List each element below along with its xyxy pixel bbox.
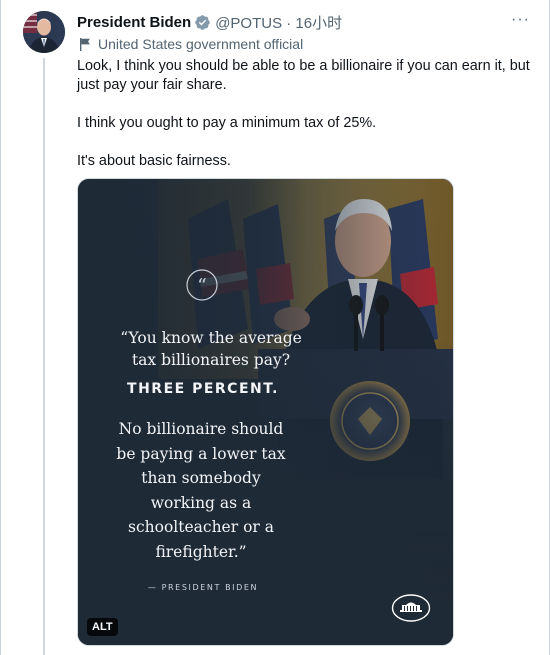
tweet-paragraph-2: I think you ought to pay a minimum tax o… (77, 115, 377, 131)
white-house-logo-icon (391, 594, 431, 622)
affiliation-text: United States government official (98, 36, 304, 52)
svg-text:“: “ (197, 275, 207, 297)
avatar[interactable] (23, 11, 65, 53)
quote-attribution: — PRESIDENT BIDEN (147, 583, 259, 592)
more-options-button[interactable]: ··· (511, 11, 530, 29)
avatar-image (23, 11, 65, 53)
tweet-paragraph-1: Look, I think you should be able to be a… (77, 58, 530, 93)
quote-mark-icon: “ (186, 269, 218, 301)
verified-badge-icon[interactable] (194, 14, 211, 31)
frame-left-border (0, 0, 1, 655)
tweet-paragraph-3: It's about basic fairness. (77, 153, 231, 169)
media-background (78, 179, 453, 645)
handle-and-time[interactable]: @POTUS · 16小时 (215, 12, 342, 33)
flag-icon (80, 37, 90, 51)
thread-connector-line (43, 58, 45, 655)
quote-emphasis: THREE PERCENT. (127, 381, 279, 397)
alt-text-button[interactable]: ALT (87, 618, 118, 636)
tweet-text: Look, I think you should be able to be a… (77, 57, 532, 190)
tweet-header: President Biden @POTUS · 16小时 ··· (77, 11, 530, 33)
tweet-media-image[interactable]: “ “You know the average tax billionaires… (77, 178, 454, 646)
government-affiliation-label: United States government official (79, 35, 303, 53)
quote-line-1: “You know the average tax billionaires p… (120, 329, 302, 369)
author-name[interactable]: President Biden (77, 14, 191, 31)
quote-line-2: No billionaire should be paying a lower … (116, 420, 286, 561)
